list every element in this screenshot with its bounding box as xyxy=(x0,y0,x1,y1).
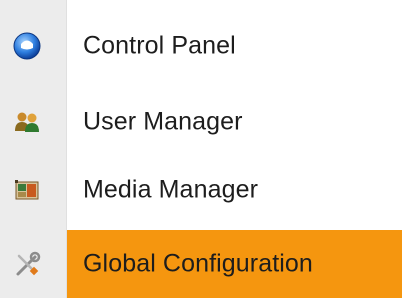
menu-item-media-manager[interactable]: Media Manager xyxy=(0,154,402,226)
menu-item-label: Control Panel xyxy=(83,31,236,60)
global-configuration-icon xyxy=(12,249,42,279)
menu-item-label: Global Configuration xyxy=(83,249,313,278)
menu-item-label: User Manager xyxy=(83,107,243,136)
user-manager-icon xyxy=(12,107,42,137)
media-manager-icon xyxy=(12,175,42,205)
menu-item-control-panel[interactable]: Control Panel xyxy=(0,10,402,82)
admin-menu: Control Panel User Manager Media Manager xyxy=(0,0,402,298)
menu-item-global-configuration[interactable]: Global Configuration xyxy=(0,230,402,298)
menu-item-user-manager[interactable]: User Manager xyxy=(0,86,402,158)
menu-item-label: Media Manager xyxy=(83,175,259,204)
control-panel-icon xyxy=(12,31,42,61)
